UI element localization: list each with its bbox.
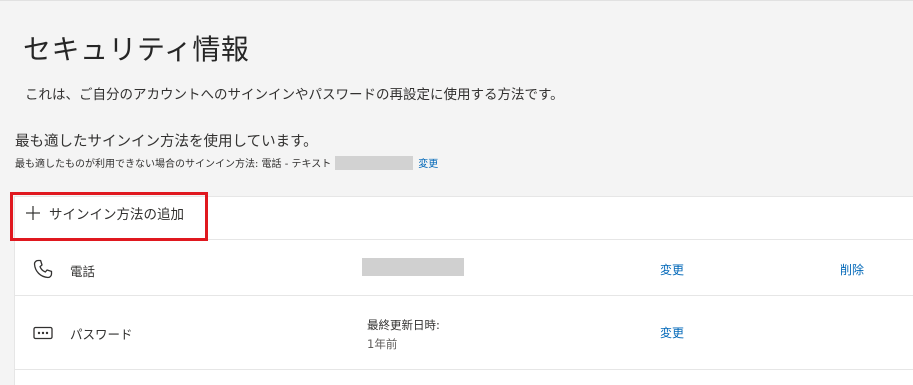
change-phone-link[interactable]: 変更 <box>660 261 684 278</box>
top-divider <box>0 0 913 1</box>
method-row-phone: 電話 変更 削除 <box>15 240 913 296</box>
redacted-phone-number <box>335 155 414 170</box>
method-name: 電話 <box>70 264 96 279</box>
plus-icon <box>25 205 41 221</box>
password-dots-icon <box>32 322 54 344</box>
methods-card: サインイン方法の追加 電話 変更 削除 パスワード 最終更新日時: 1年前 変更 <box>14 196 913 385</box>
phone-icon <box>32 258 54 280</box>
redacted-phone-value <box>362 258 464 276</box>
default-method-heading: 最も適したサインイン方法を使用しています。 <box>15 134 318 150</box>
page-title: セキュリティ情報 <box>23 33 250 66</box>
method-name: パスワード <box>70 327 133 342</box>
default-method-line: 最も適したものが利用できない場合のサインイン方法: 電話 - テキスト 変更 <box>15 155 438 170</box>
delete-phone-link[interactable]: 削除 <box>840 261 864 278</box>
add-method-row: サインイン方法の追加 <box>15 197 913 240</box>
add-method-label: サインイン方法の追加 <box>49 207 184 223</box>
default-method-text: 最も適したものが利用できない場合のサインイン方法: 電話 - テキスト <box>15 159 332 170</box>
method-row-password: パスワード 最終更新日時: 1年前 変更 <box>15 296 913 370</box>
page-description: これは、ご自分のアカウントへのサインインやパスワードの再設定に使用する方法です。 <box>25 87 564 103</box>
add-method-button[interactable]: サインイン方法の追加 <box>25 203 184 223</box>
last-updated-label: 最終更新日時: <box>367 318 440 332</box>
security-info-page: セキュリティ情報 これは、ご自分のアカウントへのサインインやパスワードの再設定に… <box>0 0 913 385</box>
change-password-link[interactable]: 変更 <box>660 324 684 341</box>
change-default-method-link[interactable]: 変更 <box>418 155 438 170</box>
last-updated-value: 1年前 <box>367 337 398 351</box>
